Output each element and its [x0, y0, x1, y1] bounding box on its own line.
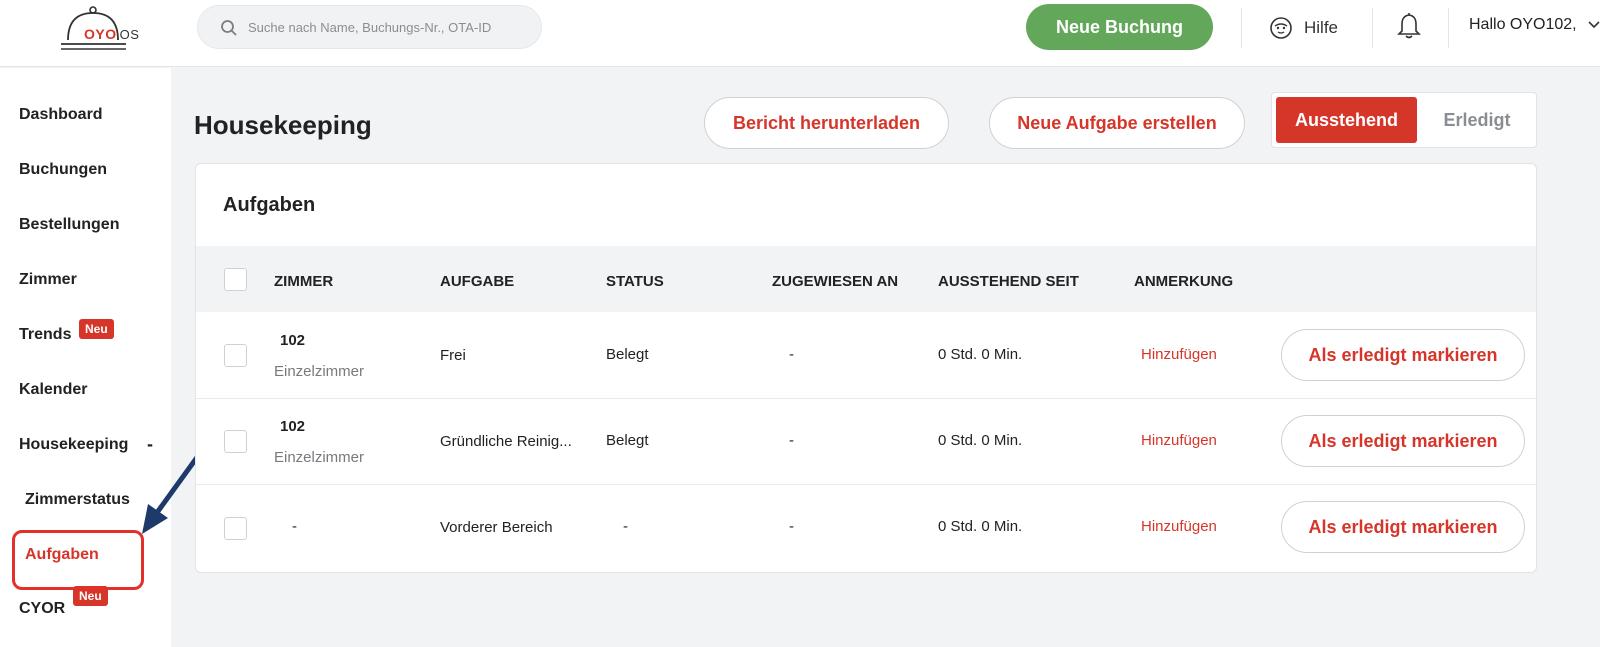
mark-done-button[interactable]: Als erledigt markieren [1281, 501, 1525, 553]
divider [1372, 8, 1373, 48]
room-number: 102 [280, 418, 306, 435]
task-name: Vorderer Bereich [440, 519, 553, 536]
pending-since: 0 Std. 0 Min. [938, 432, 1023, 449]
help-link[interactable]: Hilfe [1268, 14, 1338, 42]
task-name: Frei [440, 347, 466, 364]
column-header: ANMERKUNG [1134, 273, 1234, 290]
page-title: Housekeeping [194, 110, 372, 140]
top-bar: OYOOS Neue Buchung Hilfe Hallo OYO102, [0, 0, 1600, 67]
row-checkbox[interactable] [224, 344, 247, 367]
sidebar-item-buchungen[interactable]: Buchungen [19, 161, 107, 179]
user-greeting[interactable]: Hallo OYO102, [1469, 16, 1577, 34]
mark-done-button[interactable]: Als erledigt markieren [1281, 415, 1525, 467]
search-icon [221, 20, 237, 36]
oyo-os-logo[interactable]: OYO OS [56, 4, 148, 54]
new-badge: Neu [79, 319, 114, 339]
card-title: Aufgaben [223, 194, 316, 216]
help-icon [1270, 17, 1292, 39]
search-input[interactable] [248, 6, 528, 48]
column-header: ZUGEWIESEN AN [772, 273, 899, 290]
tab-erledigt[interactable]: Erledigt [1422, 97, 1532, 143]
highlight-annotation [12, 530, 144, 590]
room-status: Belegt [606, 346, 649, 363]
column-header: AUFGABE [440, 273, 515, 290]
add-note-link[interactable]: Hinzufügen [1141, 346, 1217, 363]
add-note-link[interactable]: Hinzufügen [1141, 432, 1217, 449]
collapse-toggle[interactable]: - [147, 434, 153, 455]
row-checkbox[interactable] [224, 517, 247, 540]
assigned-to: - [789, 432, 794, 449]
room-type: Einzelzimmer [274, 449, 365, 466]
tab-ausstehend[interactable]: Ausstehend [1276, 97, 1417, 143]
pending-since: 0 Std. 0 Min. [938, 346, 1023, 363]
arrow-annotation-icon [142, 454, 201, 534]
row-checkbox[interactable] [224, 430, 247, 453]
room-type: Einzelzimmer [274, 363, 365, 380]
help-label: Hilfe [1304, 18, 1339, 37]
task-name: Gründliche Reinig... [440, 433, 572, 450]
divider [1241, 8, 1242, 48]
sidebar-item-cyor[interactable]: CYOR [19, 600, 65, 618]
create-task-button[interactable]: Neue Aufgabe erstellen [989, 97, 1245, 149]
room-number: - [292, 518, 297, 535]
divider [1448, 8, 1449, 48]
sidebar-item-kalender[interactable]: Kalender [19, 381, 87, 399]
chevron-down-icon[interactable] [1588, 20, 1600, 30]
mark-done-button[interactable]: Als erledigt markieren [1281, 329, 1525, 381]
assigned-to: - [789, 346, 794, 363]
table-row: 102 Einzelzimmer Gründliche Reinig... Be… [196, 399, 1536, 485]
column-header: AUSSTEHEND SEIT [938, 273, 1079, 290]
search-box[interactable] [197, 5, 542, 49]
sidebar-item-trends[interactable]: Trends [19, 326, 71, 344]
sidebar-item-housekeeping[interactable]: Housekeeping [19, 436, 128, 454]
select-all-checkbox[interactable] [224, 268, 247, 291]
new-booking-button[interactable]: Neue Buchung [1026, 4, 1213, 50]
download-report-button[interactable]: Bericht herunterladen [704, 97, 949, 149]
table-header: ZIMMER AUFGABE STATUS ZUGEWIESEN AN AUSS… [196, 246, 1536, 312]
room-number: 102 [280, 332, 306, 349]
sidebar-item-zimmer[interactable]: Zimmer [19, 271, 77, 289]
sidebar-item-zimmerstatus[interactable]: Zimmerstatus [25, 491, 130, 509]
assigned-to: - [789, 518, 794, 535]
add-note-link[interactable]: Hinzufügen [1141, 518, 1217, 535]
room-status: Belegt [606, 432, 649, 449]
pending-since: 0 Std. 0 Min. [938, 518, 1023, 535]
column-header: STATUS [606, 273, 664, 290]
bell-icon[interactable] [1396, 12, 1422, 40]
room-status: - [623, 518, 628, 535]
status-toggle: Ausstehend Erledigt [1271, 92, 1537, 148]
sidebar-item-bestellungen[interactable]: Bestellungen [19, 216, 119, 234]
table-row: - Vorderer Bereich - - 0 Std. 0 Min. Hin… [196, 485, 1536, 571]
table-row: 102 Einzelzimmer Frei Belegt - 0 Std. 0 … [196, 313, 1536, 399]
logo-text: OYO OS [84, 26, 140, 42]
column-header: ZIMMER [274, 273, 334, 290]
sidebar-item-dashboard[interactable]: Dashboard [19, 106, 103, 124]
tasks-card: Aufgaben ZIMMER AUFGABE STATUS ZUGEWIESE… [195, 163, 1537, 573]
